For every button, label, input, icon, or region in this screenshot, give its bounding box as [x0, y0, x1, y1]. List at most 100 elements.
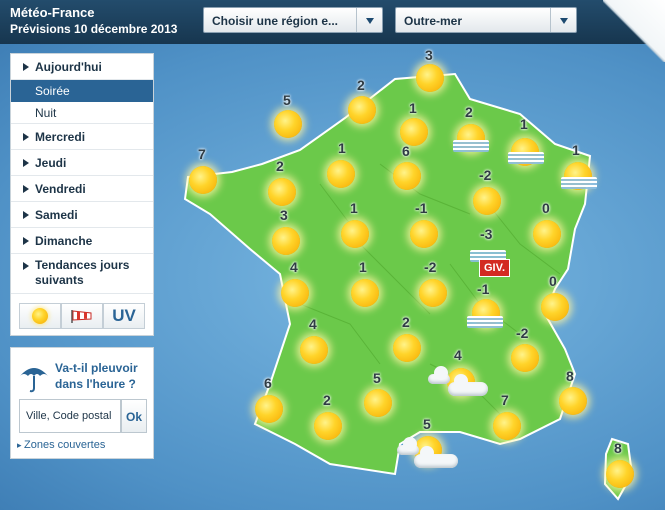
overseas-select[interactable]: Outre-mer [395, 7, 577, 33]
triangle-right-icon [23, 185, 29, 193]
nav-trends-label-line2: suivants [35, 273, 84, 287]
temperature-label: 3 [280, 207, 288, 223]
city-postal-input[interactable]: Ville, Code postal [19, 399, 121, 433]
nav-saturday-label: Samedi [35, 208, 78, 222]
sun-icon[interactable] [351, 279, 379, 307]
temperature-label: 1 [572, 142, 580, 158]
nav-today-label: Aujourd'hui [35, 60, 102, 74]
sun-icon[interactable] [189, 166, 217, 194]
sun-icon[interactable] [400, 118, 428, 146]
temperature-label: 5 [373, 370, 381, 386]
ice-alert-badge[interactable]: GIV. [479, 259, 510, 277]
rain-widget-title: Va-t-il pleuvoir dans l'heure ? [55, 360, 138, 392]
sun-icon[interactable] [314, 412, 342, 440]
nav-evening[interactable]: Soirée [11, 80, 153, 102]
nav-trends[interactable]: Tendances jours suivants [11, 254, 153, 294]
nav-sunday[interactable]: Dimanche [11, 228, 153, 254]
temperature-label: 1 [520, 116, 528, 132]
temperature-label: 2 [323, 392, 331, 408]
brand: Météo-France Prévisions 10 décembre 2013 [10, 5, 177, 37]
forecast-date: Prévisions 10 décembre 2013 [10, 22, 178, 36]
nav-night[interactable]: Nuit [11, 102, 153, 124]
mist-icon [467, 316, 503, 328]
nav-evening-label: Soirée [35, 84, 70, 98]
sun-icon[interactable] [300, 336, 328, 364]
triangle-right-icon [23, 133, 29, 141]
region-select[interactable]: Choisir une région e... [203, 7, 383, 33]
temperature-label: 3 [425, 47, 433, 63]
temperature-label: 8 [614, 440, 622, 456]
temperature-label: 1 [359, 259, 367, 275]
day-navigation: Aujourd'hui Soirée Nuit Mercredi Jeudi V… [10, 53, 154, 336]
uv-map-button[interactable]: UV [103, 303, 145, 329]
temperature-label: -3 [480, 226, 493, 242]
sun-icon[interactable] [606, 460, 634, 488]
triangle-right-icon [23, 159, 29, 167]
sun-icon[interactable] [348, 96, 376, 124]
temperature-label: -1 [477, 281, 490, 297]
temperature-label: 1 [338, 140, 346, 156]
temperature-label: 2 [357, 77, 365, 93]
sun-icon[interactable] [341, 220, 369, 248]
temperature-label: 8 [566, 368, 574, 384]
nav-saturday[interactable]: Samedi [11, 202, 153, 228]
nav-today[interactable]: Aujourd'hui [11, 54, 153, 80]
nav-wednesday-label: Mercredi [35, 130, 86, 144]
sun-icon[interactable] [393, 162, 421, 190]
sun-icon[interactable] [541, 293, 569, 321]
temperature-label: 2 [465, 104, 473, 120]
temperature-label: 0 [549, 273, 557, 289]
cloud-icon [397, 437, 419, 455]
sun-icon[interactable] [419, 279, 447, 307]
sun-icon [32, 308, 48, 324]
nav-friday[interactable]: Vendredi [11, 176, 153, 202]
sun-icon[interactable] [327, 160, 355, 188]
sun-icon[interactable] [416, 64, 444, 92]
sun-icon[interactable] [511, 344, 539, 372]
header-bar: Météo-France Prévisions 10 décembre 2013… [0, 0, 665, 44]
nav-wednesday[interactable]: Mercredi [11, 124, 153, 150]
temperature-label: 1 [350, 200, 358, 216]
temperature-label: 6 [402, 143, 410, 159]
site-title: Météo-France [10, 5, 95, 20]
mist-icon [561, 177, 597, 189]
temperature-label: 6 [264, 375, 272, 391]
temperature-label: 4 [290, 259, 298, 275]
triangle-right-icon [23, 262, 29, 270]
nav-thursday[interactable]: Jeudi [11, 150, 153, 176]
sun-icon[interactable] [272, 227, 300, 255]
sun-icon[interactable] [281, 279, 309, 307]
nav-night-label: Nuit [35, 106, 57, 120]
sun-icon[interactable] [410, 220, 438, 248]
sun-icon[interactable] [559, 387, 587, 415]
chevron-down-icon [550, 8, 576, 32]
temperature-label: 5 [283, 92, 291, 108]
sun-icon[interactable] [255, 395, 283, 423]
sun-icon[interactable] [364, 389, 392, 417]
sun-icon[interactable] [274, 110, 302, 138]
triangle-right-icon [23, 63, 29, 71]
cloud-icon [414, 446, 458, 468]
region-select-value: Choisir une région e... [212, 14, 339, 28]
triangle-right-icon [23, 237, 29, 245]
weather-map-button[interactable] [19, 303, 61, 329]
sun-icon[interactable] [473, 187, 501, 215]
temperature-label: 7 [198, 146, 206, 162]
wind-map-button[interactable] [61, 303, 103, 329]
overseas-select-value: Outre-mer [404, 14, 463, 28]
sun-icon[interactable] [393, 334, 421, 362]
page-curl-corner[interactable] [603, 0, 665, 62]
covered-zones-link[interactable]: Zones couvertes [17, 439, 105, 451]
cloud-icon [448, 374, 488, 396]
temperature-label: -2 [516, 325, 529, 341]
nav-sunday-label: Dimanche [35, 234, 93, 248]
chevron-down-icon [356, 8, 382, 32]
nav-trends-label-line1: Tendances jours [35, 258, 130, 272]
nav-thursday-label: Jeudi [35, 156, 67, 170]
cloud-icon [428, 366, 450, 384]
ok-button[interactable]: Ok [121, 399, 147, 433]
sun-icon[interactable] [493, 412, 521, 440]
sun-icon[interactable] [268, 178, 296, 206]
sun-icon[interactable] [533, 220, 561, 248]
mist-icon [453, 140, 489, 152]
